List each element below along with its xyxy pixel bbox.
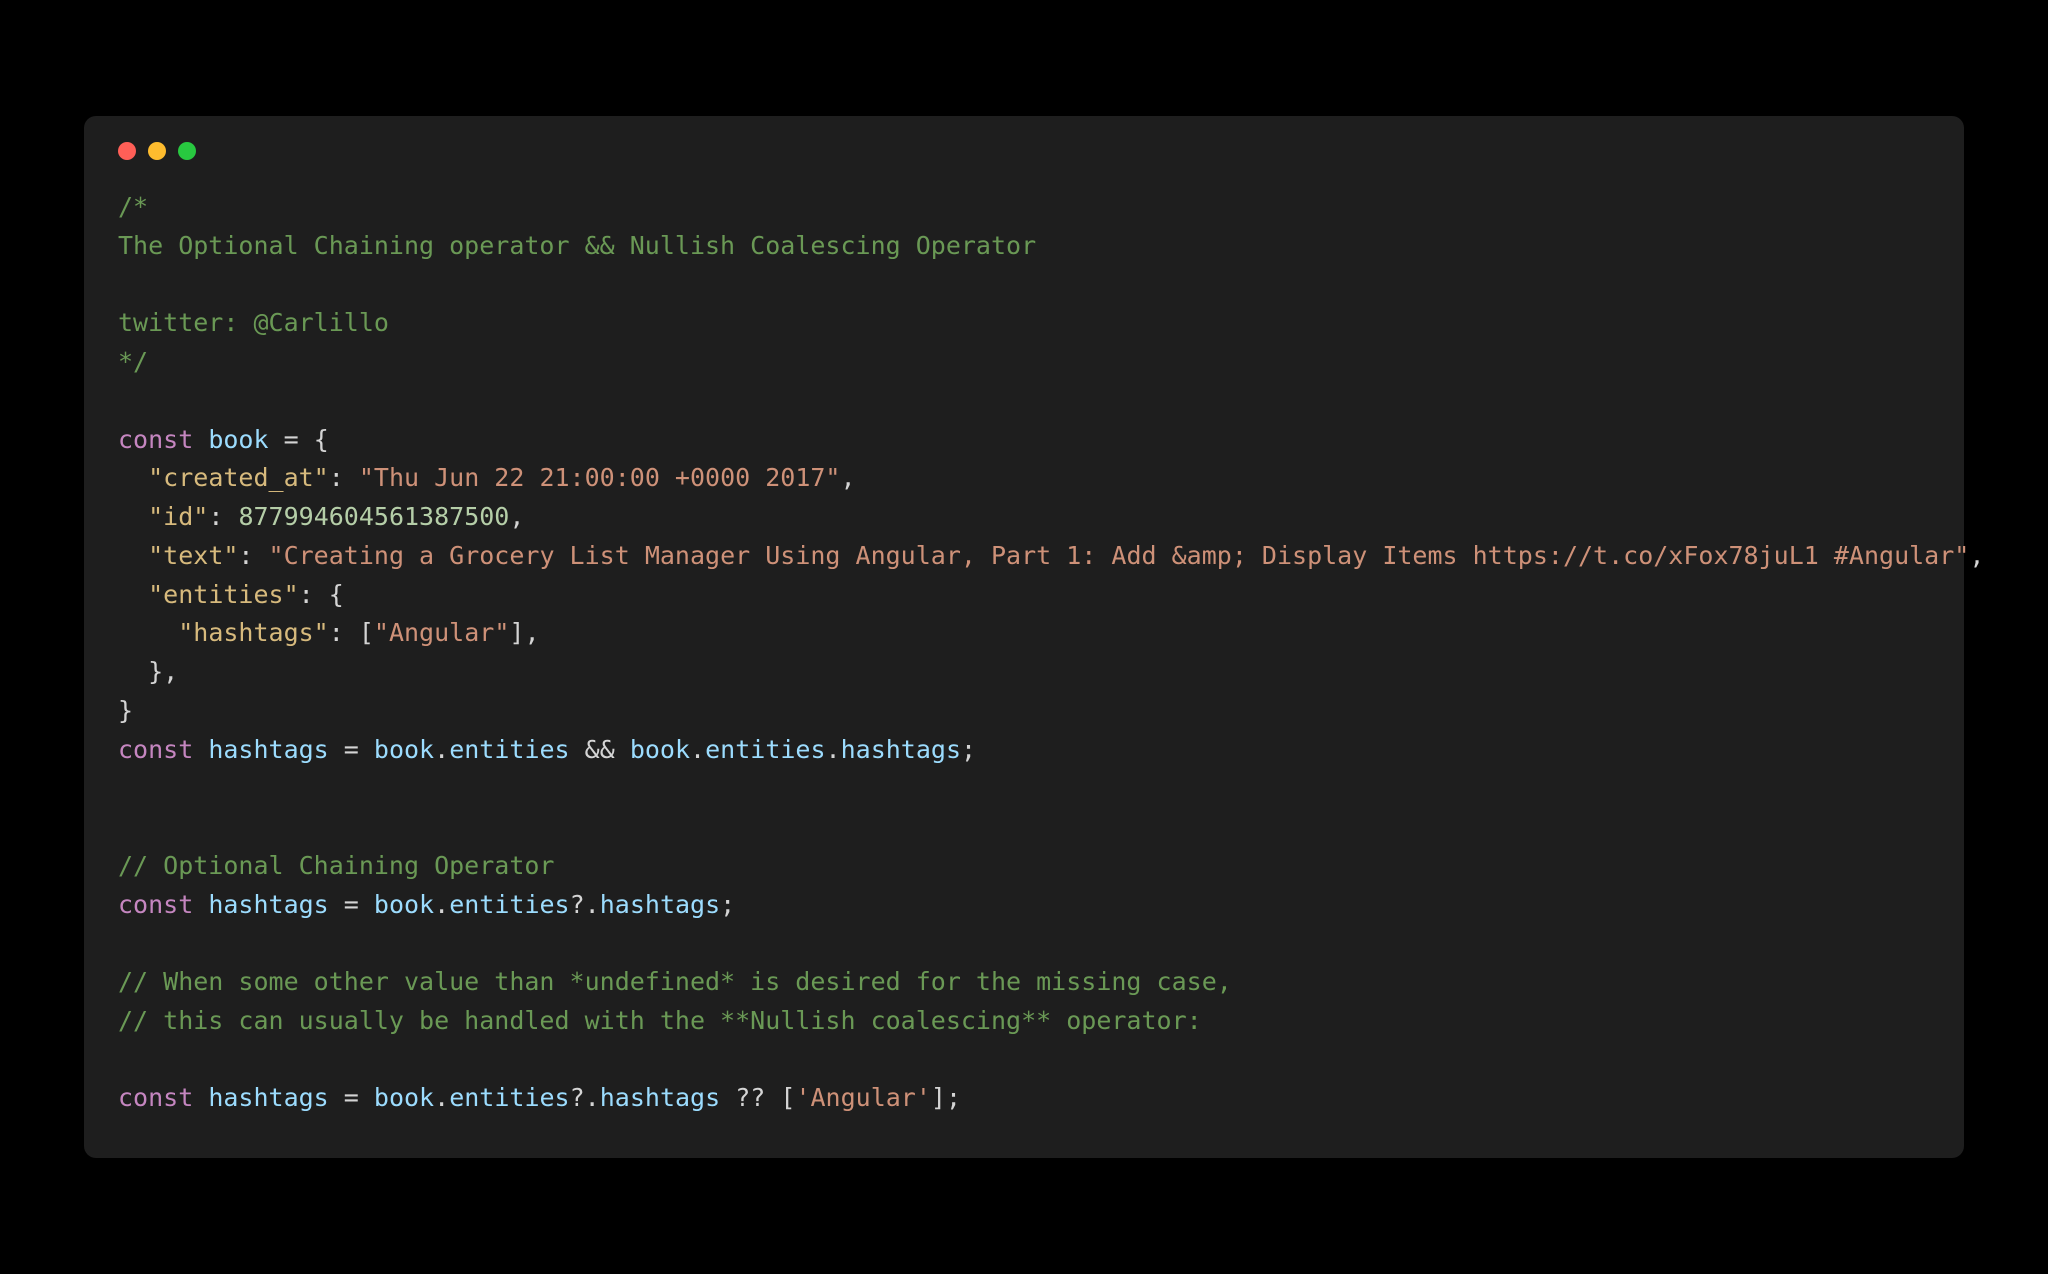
dot: . [434,735,449,764]
semicolon: ; [961,735,976,764]
dot: . [585,890,600,919]
comment-line: /* [118,192,148,221]
object-key: "hashtags" [178,618,329,647]
object-key: "id" [148,502,208,531]
identifier: entities [449,1083,569,1112]
keyword-const: const [118,735,193,764]
close-icon[interactable] [118,142,136,160]
object-key: "entities" [148,580,299,609]
object-key: "text" [148,541,238,570]
operator: ?? [720,1083,780,1112]
comment-line: The Optional Chaining operator && Nullis… [118,231,1036,260]
operator: = [329,735,374,764]
identifier: hashtags [208,735,328,764]
colon: : [329,618,359,647]
keyword-const: const [118,1083,193,1112]
identifier: entities [449,735,569,764]
brace: } [148,657,163,686]
comma: , [163,657,178,686]
maximize-icon[interactable] [178,142,196,160]
keyword-const: const [118,425,193,454]
identifier: hashtags [841,735,961,764]
colon: : [299,580,329,609]
code-block: /* The Optional Chaining operator && Nul… [118,188,1930,1118]
comma: , [840,463,855,492]
dot: . [585,1083,600,1112]
dot: . [690,735,705,764]
dot: . [826,735,841,764]
number-literal: 877994604561387500 [238,502,509,531]
keyword-const: const [118,890,193,919]
semicolon: ; [946,1083,961,1112]
brace: { [329,580,344,609]
window-titlebar [118,142,1930,160]
minimize-icon[interactable] [148,142,166,160]
operator: = [269,425,314,454]
operator: && [570,735,630,764]
string-literal: "Creating a Grocery List Manager Using A… [269,541,1970,570]
object-key: "created_at" [148,463,329,492]
bracket: [ [780,1083,795,1112]
identifier: book [374,890,434,919]
bracket: ] [509,618,524,647]
comma: , [509,502,524,531]
question-mark: ? [570,890,585,919]
comment-line: // this can usually be handled with the … [118,1006,1202,1035]
string-literal: "Angular" [374,618,509,647]
bracket: ] [931,1083,946,1112]
identifier: book [208,425,268,454]
comma: , [524,618,539,647]
dot: . [434,1083,449,1112]
brace: } [118,696,133,725]
dot: . [434,890,449,919]
string-literal: "Thu Jun 22 21:00:00 +0000 2017" [359,463,841,492]
string-literal: 'Angular' [795,1083,930,1112]
code-window: /* The Optional Chaining operator && Nul… [84,116,1964,1158]
identifier: entities [705,735,825,764]
identifier: entities [449,890,569,919]
comment-line: twitter: @Carlillo [118,308,389,337]
colon: : [238,541,268,570]
colon: : [208,502,238,531]
comment-line: */ [118,347,148,376]
operator: = [329,1083,374,1112]
comment-line: // Optional Chaining Operator [118,851,555,880]
bracket: [ [359,618,374,647]
identifier: book [374,1083,434,1112]
identifier: hashtags [600,890,720,919]
operator: = [329,890,374,919]
comment-line: // When some other value than *undefined… [118,967,1232,996]
identifier: hashtags [208,1083,328,1112]
semicolon: ; [720,890,735,919]
colon: : [329,463,359,492]
brace: { [314,425,329,454]
identifier: book [374,735,434,764]
identifier: hashtags [208,890,328,919]
identifier: hashtags [600,1083,720,1112]
comma: , [1969,541,1984,570]
identifier: book [630,735,690,764]
question-mark: ? [570,1083,585,1112]
